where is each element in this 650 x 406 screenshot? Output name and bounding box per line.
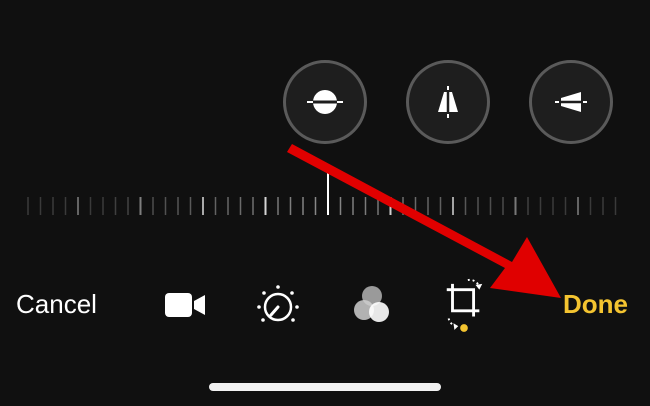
straighten-ruler[interactable] <box>0 170 650 230</box>
horizontal-perspective-button[interactable] <box>529 60 613 144</box>
straighten-icon <box>307 90 343 114</box>
vertical-perspective-button[interactable] <box>406 60 490 144</box>
vertical-perspective-icon <box>438 86 458 118</box>
filters-icon <box>354 286 389 322</box>
crop-active-dot <box>460 324 468 332</box>
photo-edit-screen: Cancel Done <box>0 0 650 406</box>
filters-tool-button[interactable] <box>348 282 394 328</box>
adjust-dial-icon <box>257 285 299 322</box>
video-tool-button[interactable] <box>162 282 208 328</box>
cancel-button[interactable]: Cancel <box>16 287 97 321</box>
done-button[interactable]: Done <box>563 287 628 321</box>
video-camera-icon <box>165 293 205 317</box>
home-indicator[interactable] <box>209 383 441 391</box>
crop-tool-button[interactable] <box>441 278 487 332</box>
straighten-button[interactable] <box>283 60 367 144</box>
crop-rotate-icon <box>446 278 483 332</box>
adjust-tool-button[interactable] <box>255 282 301 328</box>
horizontal-perspective-icon <box>555 92 587 112</box>
